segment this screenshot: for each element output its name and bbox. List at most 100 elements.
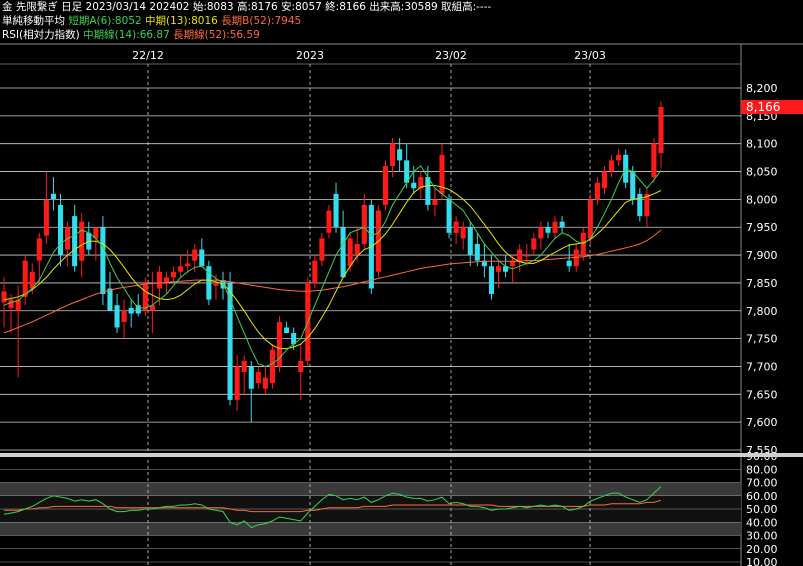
candle-body xyxy=(255,372,261,384)
candle xyxy=(467,221,473,267)
price-tick-label: 7,750 xyxy=(746,333,778,346)
candle xyxy=(298,344,304,400)
candle-body xyxy=(411,182,417,189)
candle-body xyxy=(142,282,148,311)
candle xyxy=(432,188,438,217)
candle xyxy=(199,238,205,267)
candle xyxy=(333,182,339,233)
price-tick-label: 8,000 xyxy=(746,193,778,206)
candle-body xyxy=(524,255,530,257)
candle xyxy=(65,221,71,267)
candle-body xyxy=(566,260,572,267)
candle-body xyxy=(241,360,247,373)
rsi-band-lower xyxy=(0,522,741,536)
candle xyxy=(171,266,177,283)
date-tick-label: 22/12 xyxy=(132,49,164,62)
candle xyxy=(50,177,56,211)
candle xyxy=(594,177,600,205)
candle xyxy=(559,216,565,233)
candle-body xyxy=(453,221,459,233)
candle xyxy=(276,316,283,373)
candle xyxy=(312,255,318,289)
candle-body xyxy=(50,193,56,200)
date-tick-label: 2023 xyxy=(296,49,324,62)
candle xyxy=(86,221,92,256)
candle xyxy=(178,255,184,278)
rsi-tick-label: 30.00 xyxy=(746,530,778,543)
candle-body xyxy=(552,221,558,233)
candle-body xyxy=(495,266,502,272)
candle xyxy=(418,171,424,200)
price-tick-label: 7,650 xyxy=(746,388,778,401)
date-tick-label: 23/03 xyxy=(574,49,606,62)
candle xyxy=(439,143,445,200)
candle-body xyxy=(107,288,113,311)
candle xyxy=(538,221,544,250)
candle xyxy=(616,149,622,166)
candle-body xyxy=(319,238,325,261)
candle xyxy=(284,321,290,334)
candle-body xyxy=(545,227,551,233)
price-tick-label: 8,200 xyxy=(746,82,778,95)
candle xyxy=(488,255,494,300)
candle-body xyxy=(587,199,593,239)
candle-body xyxy=(22,260,28,297)
candle-body xyxy=(128,307,134,314)
candle-body xyxy=(616,154,622,161)
candle xyxy=(425,165,431,211)
candle-body xyxy=(517,249,523,261)
price-tick-label: 7,850 xyxy=(746,277,778,290)
date-tick-label: 23/02 xyxy=(435,49,467,62)
price-tick-label: 7,800 xyxy=(746,305,778,318)
candle-body xyxy=(531,238,537,250)
candle-body xyxy=(651,143,657,178)
candle-body xyxy=(8,299,14,308)
candle xyxy=(72,204,78,272)
candle-body xyxy=(432,199,438,205)
candle-body xyxy=(43,199,49,236)
candle-body xyxy=(474,243,480,261)
price-tick-label: 8,100 xyxy=(746,138,778,151)
candle-body xyxy=(262,377,268,389)
candle-body xyxy=(234,366,240,400)
candle xyxy=(658,101,664,168)
candle xyxy=(651,138,657,183)
candle xyxy=(545,221,551,239)
candle xyxy=(114,294,120,334)
candle xyxy=(637,188,643,222)
candle-body xyxy=(397,149,403,161)
candle-body xyxy=(382,165,389,205)
candle-body xyxy=(601,171,608,189)
candle-body xyxy=(298,360,304,373)
panel-separator xyxy=(0,453,803,457)
candle-body xyxy=(609,160,615,172)
candle-body xyxy=(446,199,452,233)
candle-body xyxy=(156,271,162,289)
candle-body xyxy=(100,227,106,295)
candle xyxy=(234,355,240,412)
candle-body xyxy=(199,249,205,267)
candle-body xyxy=(460,227,466,239)
candle xyxy=(248,360,254,423)
candle xyxy=(609,154,615,178)
candle-body xyxy=(269,349,275,384)
candle-body xyxy=(57,204,64,256)
candle xyxy=(481,243,487,278)
candle xyxy=(121,299,127,339)
candle-body xyxy=(425,177,431,205)
candle xyxy=(149,271,155,334)
candle xyxy=(601,165,608,194)
candle xyxy=(43,171,49,244)
candle-body xyxy=(361,204,367,244)
candle-body xyxy=(178,266,184,272)
price-tick-label: 7,700 xyxy=(746,360,778,373)
candle xyxy=(142,277,148,317)
candle xyxy=(255,366,261,389)
candle xyxy=(128,299,134,328)
candle xyxy=(36,232,42,283)
candle-body xyxy=(333,193,339,228)
candle xyxy=(517,243,523,272)
candle xyxy=(453,216,459,244)
price-chart[interactable]: 8,2008,1508,1008,0508,0007,9507,9007,850… xyxy=(0,0,803,566)
candle-body xyxy=(354,243,360,256)
